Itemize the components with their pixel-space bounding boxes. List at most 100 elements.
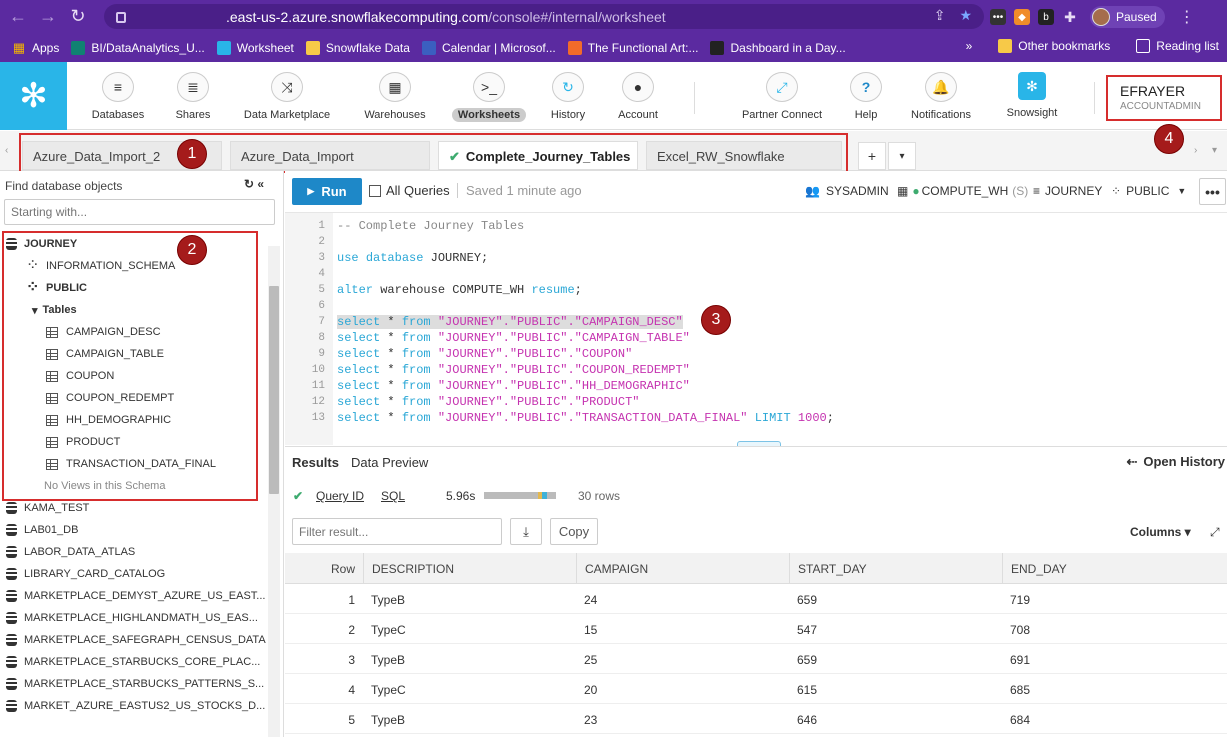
bookmark-item[interactable]: Dashboard in a Day... — [710, 40, 846, 55]
checkbox-box[interactable] — [369, 184, 381, 197]
browser-menu-icon[interactable]: ⋮ — [1179, 7, 1195, 27]
saved-status: Saved 1 minute ago — [457, 183, 582, 198]
share-icon[interactable]: ⇪ — [934, 7, 946, 24]
reading-list[interactable]: Reading list — [1136, 39, 1219, 53]
more-options-button[interactable]: ••• — [1199, 178, 1226, 205]
download-button[interactable]: ⤓ — [510, 518, 542, 545]
nav-warehouses[interactable]: ▦ Warehouses — [355, 72, 435, 122]
user-menu[interactable]: EFRAYER ACCOUNTADMIN — [1106, 75, 1222, 121]
nav-history[interactable]: ↻ History — [528, 72, 608, 122]
sql-link[interactable]: SQL — [381, 489, 405, 503]
nav-shares[interactable]: ≣ Shares — [153, 72, 233, 122]
nav-partner-connect[interactable]: ⤢ Partner Connect — [742, 72, 822, 122]
bookmark-item[interactable]: Snowflake Data — [305, 40, 410, 55]
column-header[interactable]: CAMPAIGN — [576, 553, 789, 584]
tree-item-db[interactable]: MARKETPLACE_STARBUCKS_CORE_PLAC... — [6, 651, 260, 673]
extension-dots-icon[interactable]: ••• — [990, 9, 1006, 25]
nav-snowsight[interactable]: ✻ Snowsight — [992, 72, 1072, 120]
expand-icon[interactable]: ⤢ — [1210, 525, 1220, 540]
reload-icon[interactable]: ↻ — [66, 5, 90, 29]
filter-result-input[interactable] — [292, 518, 502, 545]
bookmark-item[interactable]: Worksheet — [216, 40, 294, 55]
table-cell: TypeB — [371, 593, 406, 607]
code-line[interactable]: select * from "JOURNEY"."PUBLIC"."COUPON… — [337, 363, 690, 379]
code-line[interactable]: -- Complete Journey Tables — [337, 219, 524, 235]
column-header[interactable]: END_DAY — [1002, 553, 1227, 584]
table-row[interactable]: 5 TypeB 23 646 684 — [285, 704, 1227, 734]
nav-help[interactable]: ? Help — [826, 72, 906, 122]
query-id-link[interactable]: Query ID — [316, 489, 364, 503]
tree-item-db[interactable]: MARKETPLACE_SAFEGRAPH_CENSUS_DATA — [6, 629, 266, 651]
other-bookmarks[interactable]: Other bookmarks — [998, 39, 1110, 53]
forward-arrow-icon[interactable]: → — [36, 5, 60, 29]
bookmark-item[interactable]: ▦ Apps — [12, 40, 60, 55]
table-row[interactable]: 3 TypeB 25 659 691 — [285, 644, 1227, 674]
code-line[interactable]: select * from "JOURNEY"."PUBLIC"."TRANSA… — [337, 411, 834, 427]
tab-excel_rw_snowflake[interactable]: Excel_RW_Snowflake — [646, 141, 842, 170]
tab-complete_journey_tables[interactable]: ✔ Complete_Journey_Tables — [438, 141, 638, 170]
all-queries-checkbox[interactable]: All Queries — [369, 183, 450, 198]
back-arrow-icon[interactable]: ← — [6, 5, 30, 29]
code-line[interactable]: select * from "JOURNEY"."PUBLIC"."COUPON… — [337, 347, 632, 363]
bookmarks-more-button[interactable]: » — [966, 39, 973, 53]
role-selector[interactable]: 👥 SYSADMIN — [805, 184, 889, 198]
bookmark-star-icon[interactable]: ★ — [959, 7, 972, 24]
snowflake-logo-icon[interactable]: ✻ — [0, 62, 67, 130]
tree-item-db[interactable]: MARKET_AZURE_EASTUS2_US_STOCKS_D... — [6, 695, 265, 717]
tabs-overflow-icon[interactable]: ▾ — [1212, 145, 1217, 156]
tabs-scroll-right-icon[interactable]: › — [1194, 145, 1197, 156]
tree-item-db[interactable]: LIBRARY_CARD_CATALOG — [6, 563, 165, 585]
code-line[interactable]: alter warehouse COMPUTE_WH resume; — [337, 283, 582, 299]
code-line[interactable]: select * from "JOURNEY"."PUBLIC"."HH_DEM… — [337, 379, 690, 395]
column-header[interactable]: Row — [285, 553, 363, 584]
table-row[interactable]: 2 TypeC 15 547 708 — [285, 614, 1227, 644]
tree-item-db[interactable]: MARKETPLACE_STARBUCKS_PATTERNS_S... — [6, 673, 264, 695]
add-worksheet-button[interactable]: + — [858, 142, 886, 170]
code-line[interactable]: use database JOURNEY; — [337, 251, 488, 267]
bookmark-item[interactable]: Calendar | Microsof... — [421, 40, 556, 55]
schema-selector[interactable]: ⁘ PUBLIC ▼ — [1111, 184, 1186, 198]
tabs-scroll-left-icon[interactable]: ‹ — [5, 145, 8, 156]
column-header[interactable]: DESCRIPTION — [363, 553, 576, 584]
warehouse-selector[interactable]: ▦ ● COMPUTE_WH (S) — [897, 184, 1028, 198]
object-search-input[interactable] — [4, 199, 275, 225]
nav-notifications[interactable]: 🔔 Notifications — [901, 72, 981, 122]
copy-button[interactable]: Copy — [550, 518, 598, 545]
bookmark-item[interactable]: BI/DataAnalytics_U... — [71, 40, 205, 55]
tree-item-db[interactable]: MARKETPLACE_HIGHLANDMATH_US_EAS... — [6, 607, 258, 629]
code-line[interactable]: select * from "JOURNEY"."PUBLIC"."PRODUC… — [337, 395, 639, 411]
open-history-button[interactable]: ⇠ Open History — [1126, 454, 1225, 470]
worksheet-menu-button[interactable]: ▾ — [888, 142, 916, 170]
nav-databases[interactable]: ≡ Databases — [78, 72, 158, 122]
extensions-puzzle-icon[interactable]: ✚ — [1062, 9, 1078, 25]
tab-data-preview[interactable]: Data Preview — [351, 455, 428, 470]
column-header[interactable]: START_DAY — [789, 553, 1002, 584]
collapse-panel-icon[interactable]: « — [257, 177, 264, 191]
tree-item-db[interactable]: LAB01_DB — [6, 519, 78, 541]
tree-item-db[interactable]: LABOR_DATA_ATLAS — [6, 541, 135, 563]
tab-results[interactable]: Results — [292, 455, 339, 470]
bookmark-item[interactable]: The Functional Art:... — [567, 40, 698, 55]
url-text[interactable]: .east-us-2.azure.snowflakecomputing.com/… — [226, 9, 666, 25]
nav-worksheets[interactable]: >_ Worksheets — [449, 72, 529, 122]
database-selector[interactable]: ≡ JOURNEY — [1033, 184, 1102, 198]
nav-account[interactable]: ● Account — [598, 72, 678, 122]
tree-scrollbar-thumb[interactable] — [269, 286, 279, 494]
run-button[interactable]: ▶ Run — [292, 178, 362, 205]
code-line[interactable]: select * from "JOURNEY"."PUBLIC"."CAMPAI… — [337, 331, 690, 347]
address-bar[interactable]: .east-us-2.azure.snowflakecomputing.com/… — [104, 4, 984, 29]
tab-azure_data_import[interactable]: Azure_Data_Import — [230, 141, 430, 170]
columns-dropdown[interactable]: Columns ▾ — [1130, 525, 1191, 539]
table-cell: TypeB — [371, 653, 406, 667]
tree-item-db[interactable]: MARKETPLACE_DEMYST_AZURE_US_EAST... — [6, 585, 265, 607]
profile-button[interactable]: Paused — [1090, 6, 1165, 28]
sql-editor[interactable]: 1 -- Complete Journey Tables 2 3 use databas… — [285, 213, 1227, 445]
nav-label: History — [550, 109, 586, 121]
table-row[interactable]: 4 TypeC 20 615 685 — [285, 674, 1227, 704]
refresh-icon[interactable]: ↻ — [244, 177, 254, 191]
extension-orange-icon[interactable]: ◆ — [1014, 9, 1030, 25]
code-line[interactable]: select * from "JOURNEY"."PUBLIC"."CAMPAI… — [337, 315, 683, 331]
extension-b-icon[interactable]: b — [1038, 9, 1054, 25]
table-row[interactable]: 1 TypeB 24 659 719 — [285, 584, 1227, 614]
nav-data-marketplace[interactable]: ⤨ Data Marketplace — [244, 72, 330, 122]
